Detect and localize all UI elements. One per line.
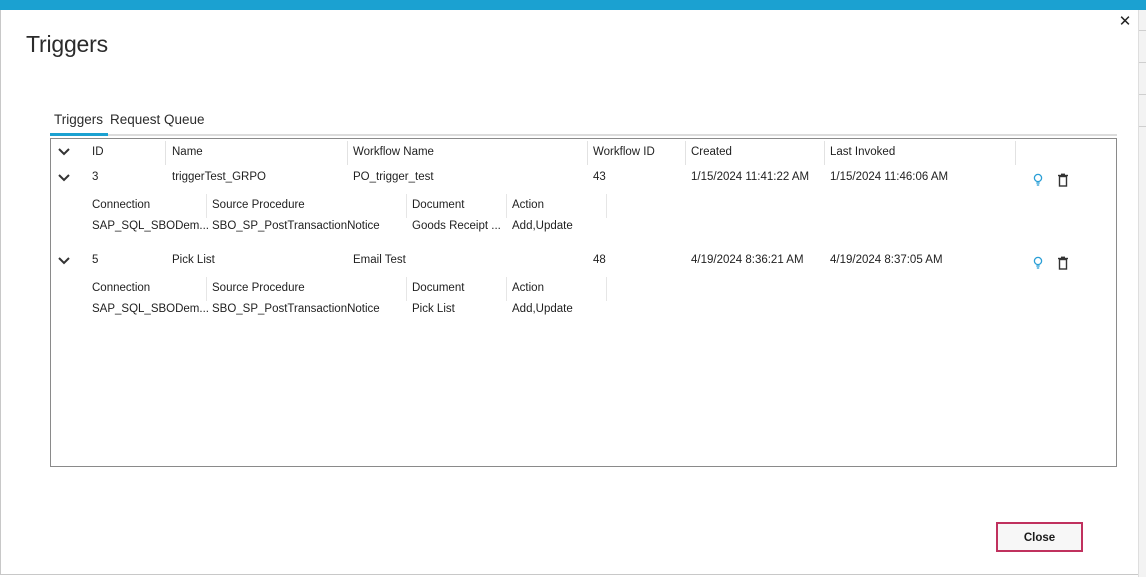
cell-workflow-id: 48 <box>593 254 606 266</box>
tab-divider <box>108 134 1117 136</box>
column-divider <box>587 141 588 165</box>
lightbulb-icon[interactable] <box>1032 173 1046 189</box>
tab-request-queue[interactable]: Request Queue <box>110 112 205 127</box>
detail-header-document: Document <box>412 282 465 294</box>
detail-header-source-procedure: Source Procedure <box>212 282 305 294</box>
window-accent-bar <box>0 0 1146 10</box>
triggers-grid: ID Name Workflow Name Workflow ID Create… <box>50 138 1117 467</box>
detail-cell-connection: SAP_SQL_SBODem... <box>92 303 209 315</box>
cell-name: triggerTest_GRPO <box>172 171 266 183</box>
detail-header-document: Document <box>412 199 465 211</box>
detail-divider <box>506 277 507 301</box>
cell-workflow-id: 43 <box>593 171 606 183</box>
column-header-id[interactable]: ID <box>92 146 104 158</box>
column-header-name[interactable]: Name <box>172 146 203 158</box>
detail-divider <box>506 194 507 218</box>
detail-cell-source-procedure: SBO_SP_PostTransactionNotice <box>212 220 380 232</box>
detail-divider <box>606 194 607 218</box>
cell-created: 4/19/2024 8:36:21 AM <box>691 254 804 266</box>
cell-workflow-name: PO_trigger_test <box>353 171 434 183</box>
cell-name: Pick List <box>172 254 215 266</box>
column-divider <box>824 141 825 165</box>
detail-header-connection: Connection <box>92 282 151 294</box>
cell-created: 1/15/2024 11:41:22 AM <box>691 171 810 183</box>
row-expand-chevron-down-icon[interactable] <box>57 256 73 268</box>
detail-divider <box>406 194 407 218</box>
row-expand-chevron-down-icon[interactable] <box>57 173 73 185</box>
detail-divider <box>406 277 407 301</box>
detail-header-action: Action <box>512 282 544 294</box>
column-divider <box>685 141 686 165</box>
column-divider <box>1015 141 1016 165</box>
detail-divider <box>206 194 207 218</box>
detail-header-source-procedure: Source Procedure <box>212 199 305 211</box>
detail-cell-action: Add,Update <box>512 303 573 315</box>
column-divider <box>347 141 348 165</box>
detail-cell-action: Add,Update <box>512 220 573 232</box>
column-header-workflow-name[interactable]: Workflow Name <box>353 146 434 158</box>
lightbulb-icon[interactable] <box>1032 256 1046 272</box>
cell-last-invoked: 1/15/2024 11:46:06 AM <box>830 171 949 183</box>
trash-icon[interactable] <box>1057 173 1071 189</box>
dialog-title: Triggers <box>26 31 108 57</box>
cell-workflow-name: Email Test <box>353 254 406 266</box>
cell-id: 3 <box>92 171 99 183</box>
background-window-edge <box>1138 10 1146 577</box>
active-tab-indicator <box>50 133 108 136</box>
detail-header-action: Action <box>512 199 544 211</box>
expand-all-chevron-down-icon[interactable] <box>57 147 73 159</box>
detail-header-connection: Connection <box>92 199 151 211</box>
trash-icon[interactable] <box>1057 256 1071 272</box>
close-button[interactable]: Close <box>996 522 1083 552</box>
detail-cell-document: Goods Receipt ... <box>412 220 501 232</box>
tab-triggers[interactable]: Triggers <box>54 112 103 127</box>
detail-cell-source-procedure: SBO_SP_PostTransactionNotice <box>212 303 380 315</box>
detail-cell-document: Pick List <box>412 303 455 315</box>
cell-id: 5 <box>92 254 99 266</box>
cell-last-invoked: 4/19/2024 8:37:05 AM <box>830 254 943 266</box>
detail-divider <box>606 277 607 301</box>
detail-divider <box>206 277 207 301</box>
close-icon[interactable]: ✕ <box>1116 13 1134 31</box>
column-header-workflow-id[interactable]: Workflow ID <box>593 146 655 158</box>
column-header-created[interactable]: Created <box>691 146 732 158</box>
column-divider <box>165 141 166 165</box>
column-header-last-invoked[interactable]: Last Invoked <box>830 146 895 158</box>
detail-cell-connection: SAP_SQL_SBODem... <box>92 220 209 232</box>
